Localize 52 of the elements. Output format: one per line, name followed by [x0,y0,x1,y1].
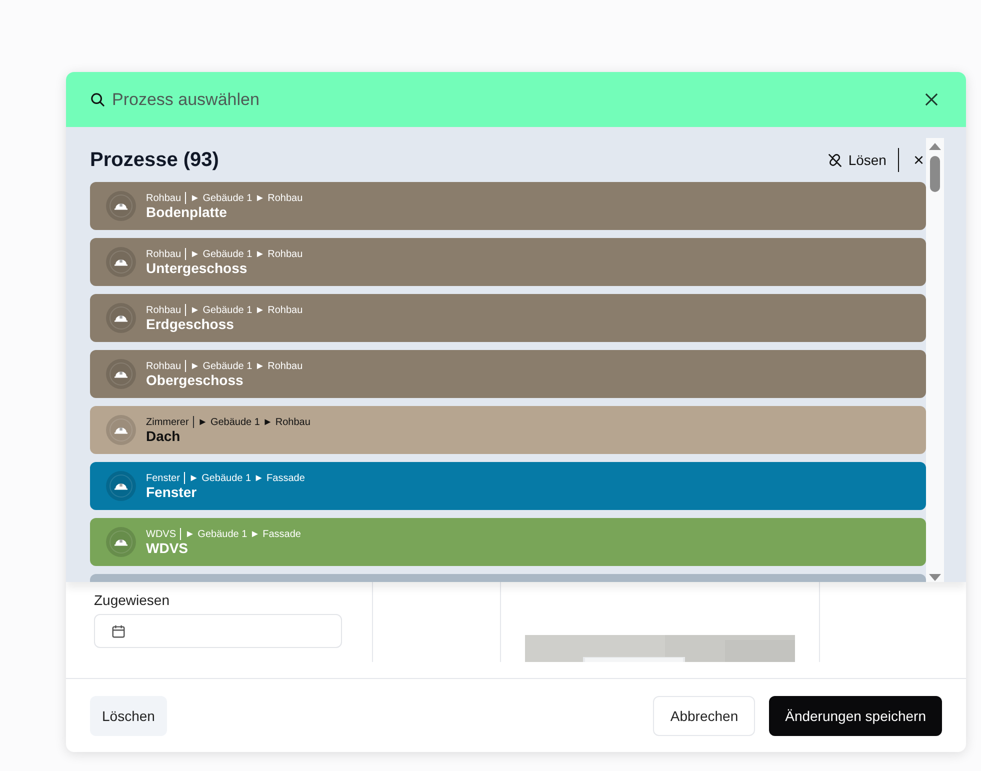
process-item[interactable]: Rohbau ► Gebäude 1 ► Rohbau Untergeschoss [90,238,926,286]
date-field[interactable] [94,614,342,648]
location-path: ► Gebäude 1 ► Rohbau [190,192,303,204]
process-name: Bodenplatte [146,204,228,220]
location-path: ► Gebäude 1 ► Fassade [188,472,305,484]
trade-label: Rohbau [146,304,182,316]
process-name: Fenster [146,484,198,500]
process-item[interactable]: Rohbau ► Gebäude 1 ► Rohbau Obergeschoss [90,350,926,398]
close-icon[interactable] [923,91,940,108]
location-path: ► Gebäude 1 ► Rohbau [190,248,303,260]
helmet-icon [106,471,136,501]
location-path: ► Gebäude 1 ► Rohbau [190,360,303,372]
helmet-icon [106,191,136,221]
clear-button[interactable]: × [911,150,926,170]
process-item[interactable]: Fenster ► Gebäude 1 ► Fassade Fenster [90,462,926,510]
helmet-icon [106,527,136,557]
process-item[interactable]: Rohbau ► Gebäude 1 ► Rohbau Bodenplatte [90,182,926,230]
process-name: Dach [146,428,182,444]
scroll-up-icon[interactable] [929,142,941,150]
unlink-icon [827,152,844,168]
process-name: WDVS [146,540,189,556]
scrollbar-thumb[interactable] [930,156,940,192]
process-name: Obergeschoss [146,372,244,388]
scrollbar[interactable] [926,138,944,582]
delete-button[interactable]: Löschen [90,696,167,736]
search-bar[interactable]: Prozess auswählen [66,72,966,127]
process-name: Erdgeschoss [146,316,235,332]
location-path: ► Gebäude 1 ► Rohbau [190,304,303,316]
unlink-button[interactable]: Lösen [827,152,886,168]
field-label: Zugewiesen [94,592,170,608]
process-name: Untergeschoss [146,260,248,276]
calendar-icon [111,624,126,638]
search-icon [90,92,105,107]
trade-label: Fenster [146,472,180,484]
location-path: ► Gebäude 1 ► Rohbau [198,416,310,428]
cancel-button[interactable]: Abbrechen [653,696,756,736]
location-path: ► Gebäude 1 ► Fassade [185,528,301,540]
process-item[interactable]: Zimmerer ► Gebäude 1 ► Rohbau Dach [90,406,926,454]
trade-label: Rohbau [146,360,182,372]
helmet-icon [106,359,136,389]
save-button[interactable]: Änderungen speichern [769,696,942,736]
trade-label: Rohbau [146,248,182,260]
helmet-icon [106,247,136,277]
helmet-icon [106,415,136,445]
trade-label: Rohbau [146,192,182,204]
helmet-icon [106,303,136,333]
trade-label: Zimmerer [146,416,189,428]
scroll-down-icon[interactable] [929,574,941,582]
search-field[interactable]: Prozess auswählen [112,90,916,110]
trade-label: WDVS [146,528,176,540]
process-item[interactable]: Rohbau ► Gebäude 1 ► Rohbau Erdgeschoss [90,294,926,342]
list-title: Prozesse (93) [90,148,220,172]
